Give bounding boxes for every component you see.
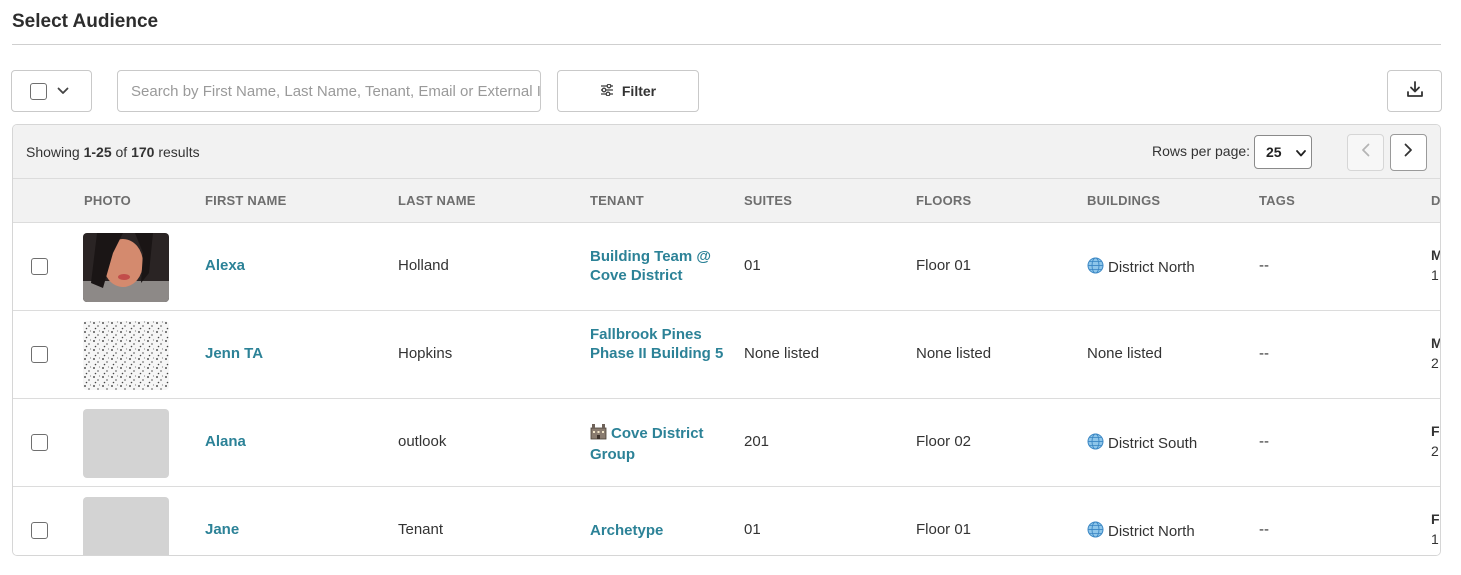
tags: --	[1259, 433, 1269, 450]
table-row[interactable]: Alexa Holland Building Team @ Cove Distr…	[13, 223, 1440, 311]
column-header-date[interactable]: DA	[1431, 193, 1440, 208]
globe-icon	[1087, 433, 1104, 454]
globe-icon	[1087, 521, 1104, 542]
column-header-suites[interactable]: SUITES	[744, 193, 792, 208]
column-header-last-name[interactable]: LAST NAME	[398, 193, 476, 208]
rows-per-page-value: 25	[1266, 144, 1282, 160]
date-cell: M	[1431, 247, 1440, 263]
date-cell: F	[1431, 423, 1440, 439]
suites: 01	[744, 257, 761, 274]
date-cell-secondary: 2	[1431, 355, 1439, 371]
date-cell-secondary: 1	[1431, 267, 1439, 283]
column-header-first-name[interactable]: FIRST NAME	[205, 193, 286, 208]
column-header-photo[interactable]: PHOTO	[84, 193, 131, 208]
download-button[interactable]	[1387, 70, 1442, 112]
building-icon	[590, 423, 607, 445]
floors: None listed	[916, 345, 992, 362]
date-cell: F	[1431, 511, 1440, 527]
table-toolbar: Showing 1-25 of 170 results Rows per pag…	[13, 125, 1440, 179]
chevron-down-icon	[57, 87, 69, 95]
download-icon	[1406, 80, 1424, 103]
page-title: Select Audience	[12, 11, 159, 32]
search-field[interactable]	[117, 70, 541, 112]
select-all-dropdown[interactable]	[11, 70, 92, 112]
row-checkbox[interactable]	[31, 434, 48, 451]
chevron-right-icon	[1404, 143, 1413, 162]
tags: --	[1259, 521, 1269, 538]
search-input[interactable]	[131, 82, 540, 100]
previous-page-button[interactable]	[1347, 134, 1384, 171]
tags: --	[1259, 345, 1269, 362]
user-photo-placeholder	[83, 409, 169, 478]
date-cell: M	[1431, 335, 1440, 351]
row-checkbox[interactable]	[31, 346, 48, 363]
tenant-link[interactable]: Archetype	[590, 521, 725, 540]
row-checkbox[interactable]	[31, 522, 48, 539]
sliders-icon	[600, 83, 614, 99]
audience-table: Showing 1-25 of 170 results Rows per pag…	[12, 124, 1441, 556]
column-header-tags[interactable]: TAGS	[1259, 193, 1295, 208]
buildings: District South	[1087, 433, 1197, 454]
tenant-link[interactable]: Fallbrook Pines Phase II Building 5	[590, 325, 725, 363]
user-photo	[83, 321, 169, 390]
tenant-link[interactable]: Cove District Group	[590, 423, 725, 464]
globe-icon	[1087, 257, 1104, 278]
select-all-checkbox[interactable]	[30, 82, 47, 100]
column-header-floors[interactable]: FLOORS	[916, 193, 971, 208]
chevron-down-icon	[1295, 144, 1306, 160]
tenant-link[interactable]: Building Team @ Cove District	[590, 247, 725, 285]
suites: 01	[744, 521, 761, 538]
suites: 201	[744, 433, 770, 450]
date-cell-secondary: 2	[1431, 443, 1439, 459]
filter-button[interactable]: Filter	[557, 70, 699, 112]
first-name-link[interactable]: Alexa	[205, 257, 245, 274]
buildings: District North	[1087, 257, 1195, 278]
last-name: outlook	[398, 433, 447, 450]
date-cell-secondary: 1	[1431, 531, 1439, 547]
row-checkbox[interactable]	[31, 258, 48, 275]
buildings: None listed	[1087, 345, 1163, 362]
table-row[interactable]: Alana outlook Cove District Group 201 Fl…	[13, 399, 1440, 487]
first-name-link[interactable]: Jenn TA	[205, 345, 263, 362]
last-name: Hopkins	[398, 345, 453, 362]
last-name: Tenant	[398, 521, 444, 538]
buildings: District North	[1087, 521, 1195, 542]
title-divider	[12, 44, 1441, 45]
rows-per-page-select[interactable]: 25	[1254, 135, 1312, 169]
floors: Floor 02	[916, 433, 972, 450]
user-photo	[83, 233, 169, 302]
filter-label: Filter	[621, 83, 657, 99]
floors: Floor 01	[916, 521, 972, 538]
user-photo-placeholder	[83, 497, 169, 555]
table-row[interactable]: Jenn TA Hopkins Fallbrook Pines Phase II…	[13, 311, 1440, 399]
column-header-buildings[interactable]: BUILDINGS	[1087, 193, 1160, 208]
last-name: Holland	[398, 257, 449, 274]
rows-per-page-label: Rows per page:	[1152, 143, 1251, 159]
floors: Floor 01	[916, 257, 972, 274]
column-header-tenant[interactable]: TENANT	[590, 193, 644, 208]
results-summary: Showing 1-25 of 170 results	[26, 144, 200, 160]
next-page-button[interactable]	[1390, 134, 1427, 171]
suites: None listed	[744, 345, 820, 362]
chevron-left-icon	[1361, 143, 1370, 162]
table-header: PHOTO FIRST NAME LAST NAME TENANT SUITES…	[13, 179, 1440, 223]
tags: --	[1259, 257, 1269, 274]
first-name-link[interactable]: Alana	[205, 433, 246, 450]
first-name-link[interactable]: Jane	[205, 521, 239, 538]
table-row[interactable]: Jane Tenant Archetype 01 Floor 01 Distri…	[13, 487, 1440, 555]
